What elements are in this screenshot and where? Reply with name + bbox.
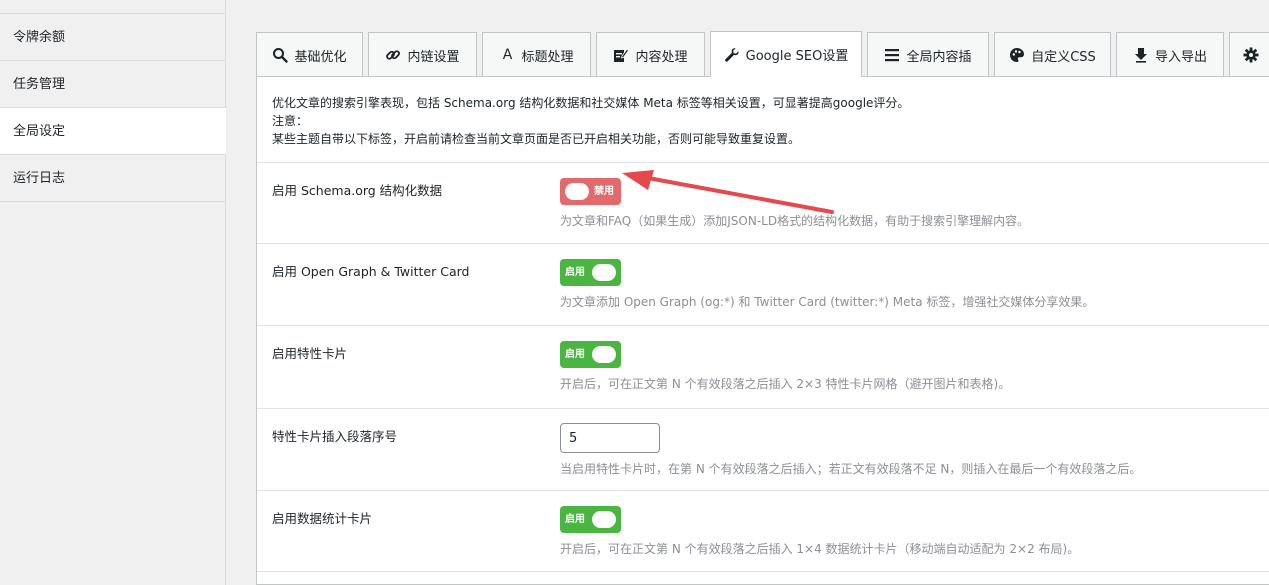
text-icon: A	[502, 47, 513, 63]
tab-label: 内容处理	[635, 49, 688, 65]
setting-label: 启用特性卡片	[272, 346, 348, 361]
setting-description: 为文章添加 Open Graph (og:*) 和 Twitter Card (…	[560, 295, 1095, 309]
setting-row-feature-card: 启用特性卡片 启用 开启后，可在正文第 N 个有效段落之后插入 2×3 特性卡片…	[257, 326, 1269, 409]
tab-label: 基础优化	[294, 49, 347, 65]
tab-import-export[interactable]: 导入导出	[1116, 32, 1224, 77]
intro-text: 优化文章的搜索引擎表现，包括 Schema.org 结构化数据和社交媒体 Met…	[257, 77, 1269, 163]
setting-description: 为文章和FAQ（如果生成）添加JSON-LD格式的结构化数据，有助于搜索引擎理解…	[560, 214, 1030, 228]
tab-label: 全局内容插	[906, 49, 972, 65]
toggle-state-label: 启用	[565, 514, 585, 525]
feature-card-toggle[interactable]: 启用	[560, 341, 621, 368]
sidebar-item-run-log[interactable]: 运行日志	[0, 155, 225, 202]
toggle-state-label: 禁用	[594, 186, 614, 197]
setting-description: 开启后，可在正文第 N 个有效段落之后插入 2×3 特性卡片网格（避开图片和表格…	[560, 377, 1011, 391]
setting-row-stats-card: 启用数据统计卡片 启用 开启后，可在正文第 N 个有效段落之后插入 1×4 数据…	[257, 491, 1269, 572]
sidebar: 令牌余额 任务管理 全局设定 运行日志	[0, 0, 226, 585]
stats-card-toggle[interactable]: 启用	[560, 506, 621, 533]
tab-internal-links[interactable]: 内链设置	[368, 32, 477, 77]
link-icon	[385, 47, 401, 63]
toggle-knob	[592, 511, 616, 528]
tab-label: 自定义CSS	[1031, 49, 1096, 65]
palette-icon	[1009, 47, 1025, 63]
tab-google-seo-settings[interactable]: Google SEO设置	[710, 31, 862, 77]
search-icon	[272, 47, 289, 63]
sidebar-item-global-settings[interactable]: 全局设定	[0, 108, 226, 155]
setting-row-open-graph: 启用 Open Graph & Twitter Card 启用 为文章添加 Op…	[257, 244, 1269, 326]
toggle-state-label: 启用	[565, 349, 585, 360]
intro-line: 某些主题自带以下标签，开启前请检查当前文章页面是否已开启相关功能，否则可能导致重…	[272, 132, 801, 146]
tab-label: 内链设置	[407, 49, 460, 65]
sidebar-item-task-management[interactable]: 任务管理	[0, 61, 225, 108]
setting-label: 特性卡片插入段落序号	[272, 429, 398, 444]
main-content: 基础优化 内链设置 A 标题处理 内容处理 Google SEO设置 全局内容插…	[227, 0, 1269, 585]
tab-global-content-insert[interactable]: 全局内容插	[867, 32, 989, 77]
tab-custom-css[interactable]: 自定义CSS	[994, 32, 1111, 77]
schema-toggle[interactable]: 禁用	[560, 178, 621, 205]
setting-description: 当启用特性卡片时，在第 N 个有效段落之后插入；若正文有效段落不足 N，则插入在…	[560, 462, 1142, 476]
setting-row-feature-position: 特性卡片插入段落序号 当启用特性卡片时，在第 N 个有效段落之后插入；若正文有效…	[257, 409, 1269, 491]
setting-row-schema: 启用 Schema.org 结构化数据 禁用 为文章和FAQ（如果生成）添加JS…	[257, 163, 1269, 244]
toggle-knob	[592, 346, 616, 363]
gear-icon	[1243, 47, 1259, 63]
tab-label: 标题处理	[521, 49, 574, 65]
download-icon	[1133, 47, 1149, 63]
list-icon	[884, 47, 900, 63]
sidebar-top-divider	[0, 0, 225, 14]
setting-label: 启用 Open Graph & Twitter Card	[272, 264, 470, 279]
wrench-icon	[724, 47, 740, 63]
setting-label: 启用数据统计卡片	[272, 511, 373, 526]
tab-bar: 基础优化 内链设置 A 标题处理 内容处理 Google SEO设置 全局内容插…	[256, 31, 1269, 77]
tab-settings[interactable]	[1229, 32, 1269, 77]
tab-title-processing[interactable]: A 标题处理	[482, 32, 591, 77]
toggle-knob	[565, 183, 589, 200]
intro-line: 优化文章的搜索引擎表现，包括 Schema.org 结构化数据和社交媒体 Met…	[272, 96, 910, 110]
tab-basic-optimization[interactable]: 基础优化	[256, 32, 363, 77]
intro-note-heading: 注意：	[272, 114, 309, 128]
toggle-knob	[592, 264, 616, 281]
tab-content-processing[interactable]: 内容处理	[596, 32, 705, 77]
setting-description: 开启后，可在正文第 N 个有效段落之后插入 1×4 数据统计卡片（移动端自动适配…	[560, 542, 1080, 556]
tab-label: Google SEO设置	[745, 49, 849, 64]
tab-label: 导入导出	[1154, 49, 1207, 65]
setting-label: 启用 Schema.org 结构化数据	[272, 183, 443, 198]
toggle-state-label: 启用	[565, 267, 585, 278]
feature-position-input[interactable]	[560, 423, 660, 453]
settings-panel: 优化文章的搜索引擎表现，包括 Schema.org 结构化数据和社交媒体 Met…	[256, 76, 1269, 585]
open-graph-toggle[interactable]: 启用	[560, 259, 621, 286]
edit-icon	[613, 47, 630, 63]
sidebar-item-token-balance[interactable]: 令牌余额	[0, 14, 225, 61]
